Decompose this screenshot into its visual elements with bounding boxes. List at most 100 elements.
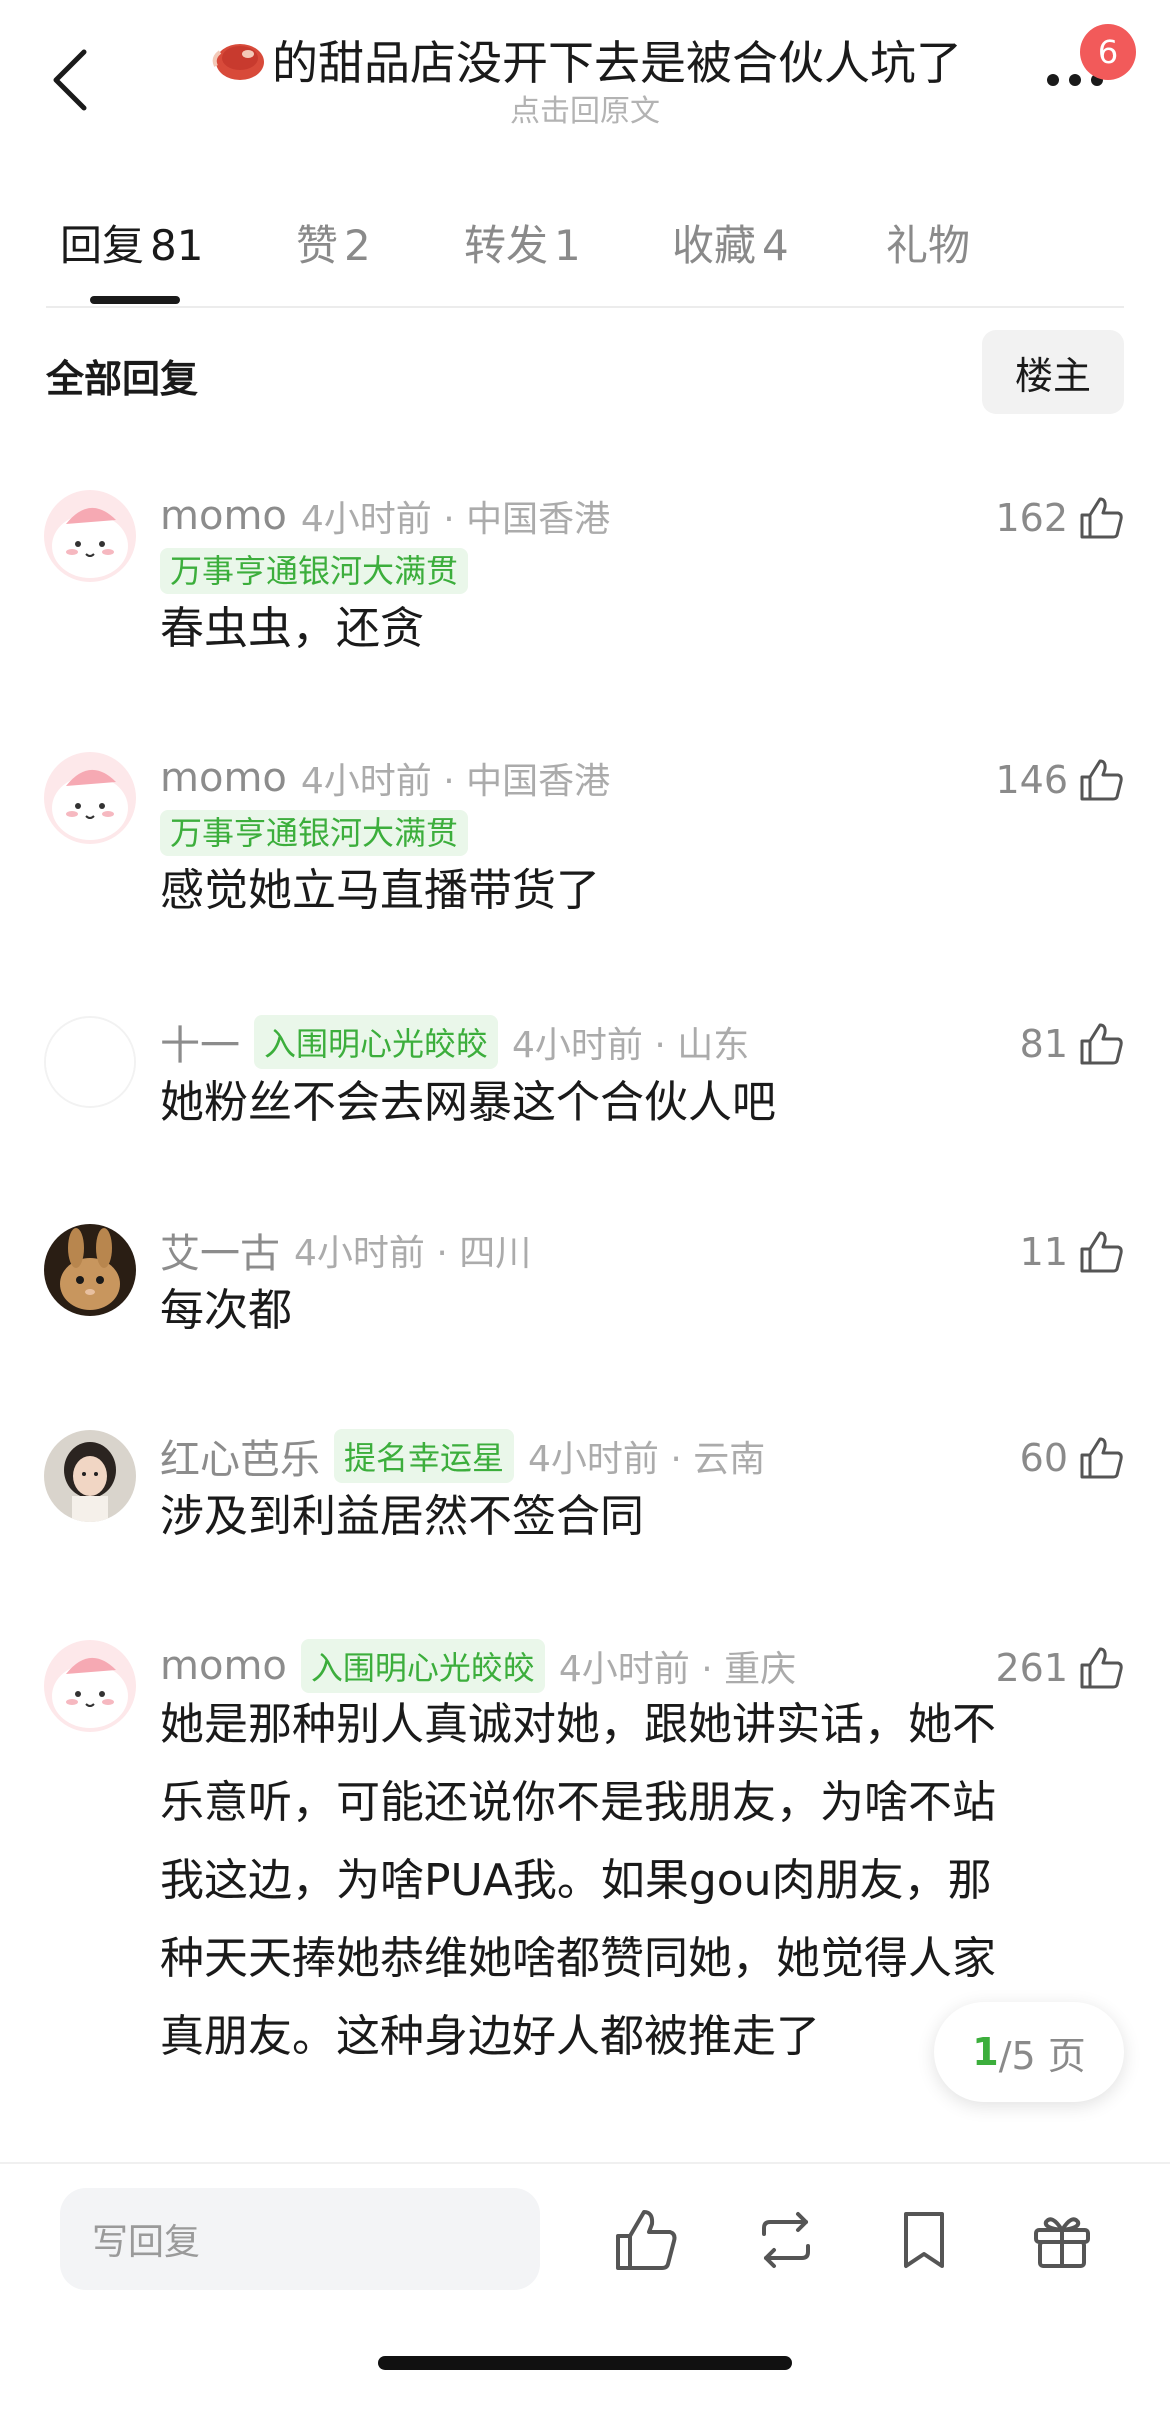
pink-creature-avatar-icon (44, 752, 136, 844)
like-count: 60 (1019, 1436, 1068, 1480)
interaction-tabs: 回复 81 赞2 转发 1 收藏 4 礼物 (0, 200, 1170, 310)
user-avatar[interactable] (44, 490, 136, 582)
op-only-button[interactable]: 楼主 (982, 330, 1124, 414)
user-title-tag[interactable]: 提名幸运星 (334, 1429, 515, 1483)
timestamp-location: 4小时前 · 中国香港 (300, 761, 611, 802)
timestamp-location: 4小时前 · 四川 (294, 1233, 532, 1274)
thumbs-up-icon[interactable] (610, 2204, 682, 2276)
comment-item: 艾一古 4小时前 · 四川 每次都 11 (0, 1224, 1170, 1364)
pink-creature-avatar-icon (44, 1640, 136, 1732)
comment-text-line: 我这边，为啥PUA我。如果gou肉朋友，那 (160, 1855, 992, 1906)
thumbs-up-icon (1080, 1231, 1123, 1273)
tab-reposts[interactable]: 转发 1 (464, 212, 581, 273)
user-title-tag[interactable]: 入围明心光皎皎 (300, 1639, 545, 1693)
pink-creature-avatar-icon (44, 490, 136, 582)
comment-text-line: 她是那种别人真诚对她，跟她讲实话，她不 (160, 1699, 996, 1750)
more-dot-icon (1069, 74, 1081, 86)
username[interactable]: 十一 (160, 1013, 240, 1071)
tab-count: 4 (762, 221, 789, 270)
like-button[interactable]: 81 (960, 1016, 1126, 1072)
username[interactable]: momo (160, 755, 287, 801)
like-count: 81 (1019, 1022, 1068, 1066)
tab-label: 礼物 (886, 221, 971, 270)
username[interactable]: momo (160, 1643, 287, 1689)
comment-text: 涉及到利益居然不签合同 (160, 1491, 644, 1542)
comment-text: 每次都 (160, 1285, 292, 1336)
comment-text: 春虫虫，还贪 (160, 603, 424, 654)
thumbs-up-icon (1080, 497, 1123, 539)
comment-meta: 艾一古 4小时前 · 四川 (160, 1221, 532, 1279)
rabbit-avatar-icon (44, 1224, 136, 1316)
thumbs-up-icon (1080, 1023, 1123, 1065)
comment-meta: 十一 入围明心光皎皎 4小时前 · 山东 (160, 1013, 749, 1071)
comment-item: 十一 入围明心光皎皎 4小时前 · 山东 她粉丝不会去网暴这个合伙人吧 81 (0, 1013, 1170, 1156)
repost-icon[interactable] (750, 2204, 822, 2276)
comment-meta: momo 入围明心光皎皎 4小时前 · 重庆 (160, 1639, 797, 1693)
back-to-original-link[interactable]: 点击回原文 (0, 86, 1170, 130)
user-avatar[interactable] (44, 1640, 136, 1732)
gift-icon[interactable] (1026, 2204, 1098, 2276)
timestamp-location: 4小时前 · 重庆 (558, 1649, 797, 1690)
notification-badge: 6 (1080, 24, 1136, 80)
tab-replies[interactable]: 回复 81 (60, 212, 203, 273)
bottom-action-bar: 写回复 (0, 2162, 1170, 2413)
girl-photo-avatar-icon (44, 1430, 136, 1522)
blank-avatar-icon (46, 1018, 134, 1106)
tab-favorites[interactable]: 收藏 4 (672, 212, 789, 273)
tab-label: 赞 (296, 221, 339, 270)
user-title-tag[interactable]: 入围明心光皎皎 (254, 1015, 499, 1069)
tab-likes[interactable]: 赞2 (296, 212, 371, 273)
tab-count: 81 (150, 221, 204, 270)
active-tab-indicator (90, 296, 180, 304)
username[interactable]: 红心芭乐 (160, 1427, 320, 1485)
like-button[interactable]: 162 (960, 490, 1126, 546)
more-dot-icon (1047, 74, 1059, 86)
like-count: 162 (995, 496, 1068, 540)
user-avatar[interactable] (44, 1016, 136, 1108)
user-avatar[interactable] (44, 752, 136, 844)
thumbs-up-icon (1080, 1647, 1123, 1689)
tab-label: 回复 (60, 221, 145, 270)
like-button[interactable]: 146 (960, 752, 1126, 808)
page-indicator-button[interactable]: 1/5 页 (934, 2002, 1124, 2102)
comment-meta: momo 4小时前 · 中国香港 (160, 490, 610, 542)
thumbs-up-icon (1080, 1437, 1123, 1479)
steak-emoji-icon (212, 44, 264, 80)
tab-label: 收藏 (672, 221, 757, 270)
like-button[interactable]: 60 (960, 1430, 1126, 1486)
like-button[interactable]: 11 (960, 1224, 1126, 1280)
comment-item: momo 4小时前 · 中国香港 万事亨通银河大满贯 感觉她立马直播带货了 14… (0, 752, 1170, 952)
username[interactable]: momo (160, 493, 287, 539)
comment-meta: 红心芭乐 提名幸运星 4小时前 · 云南 (160, 1427, 766, 1485)
home-indicator[interactable] (378, 2356, 792, 2370)
user-title-tag[interactable]: 万事亨通银河大满贯 (160, 548, 469, 594)
tab-count: 2 (344, 221, 371, 270)
tab-gifts[interactable]: 礼物 (886, 212, 970, 273)
tabs-divider (46, 306, 1124, 308)
thumbs-up-icon (1080, 759, 1123, 801)
filter-row: 全部回复 楼主 (0, 330, 1170, 420)
comment-text: 感觉她立马直播带货了 (160, 865, 600, 916)
like-count: 11 (1019, 1230, 1068, 1274)
all-replies-label: 全部回复 (46, 357, 199, 401)
user-avatar[interactable] (44, 1224, 136, 1316)
post-title-link[interactable]: 的甜品店没开下去是被合伙人坑了 (210, 30, 970, 90)
total-pages: /5 页 (998, 2033, 1086, 2078)
top-header: 的甜品店没开下去是被合伙人坑了 点击回原文 6 (0, 0, 1170, 160)
bookmark-icon[interactable] (888, 2204, 960, 2276)
like-count: 261 (995, 1646, 1068, 1690)
like-button[interactable]: 261 (960, 1640, 1126, 1696)
user-title-tag[interactable]: 万事亨通银河大满贯 (160, 810, 469, 856)
current-page: 1 (972, 2030, 999, 2074)
timestamp-location: 4小时前 · 中国香港 (300, 499, 611, 540)
timestamp-location: 4小时前 · 云南 (528, 1439, 766, 1480)
like-count: 146 (995, 758, 1068, 802)
user-avatar[interactable] (44, 1430, 136, 1522)
username[interactable]: 艾一古 (160, 1221, 280, 1279)
comment-text-line: 乐意听，可能还说你不是我朋友，为啥不站 (160, 1777, 996, 1828)
reply-input[interactable]: 写回复 (60, 2188, 540, 2290)
comment-meta: momo 4小时前 · 中国香港 (160, 752, 610, 804)
comment-text: 她粉丝不会去网暴这个合伙人吧 (160, 1077, 776, 1128)
comment-item: momo 4小时前 · 中国香港 万事亨通银河大满贯 春虫虫，还贪 162 (0, 490, 1170, 690)
tab-label: 转发 (464, 221, 549, 270)
